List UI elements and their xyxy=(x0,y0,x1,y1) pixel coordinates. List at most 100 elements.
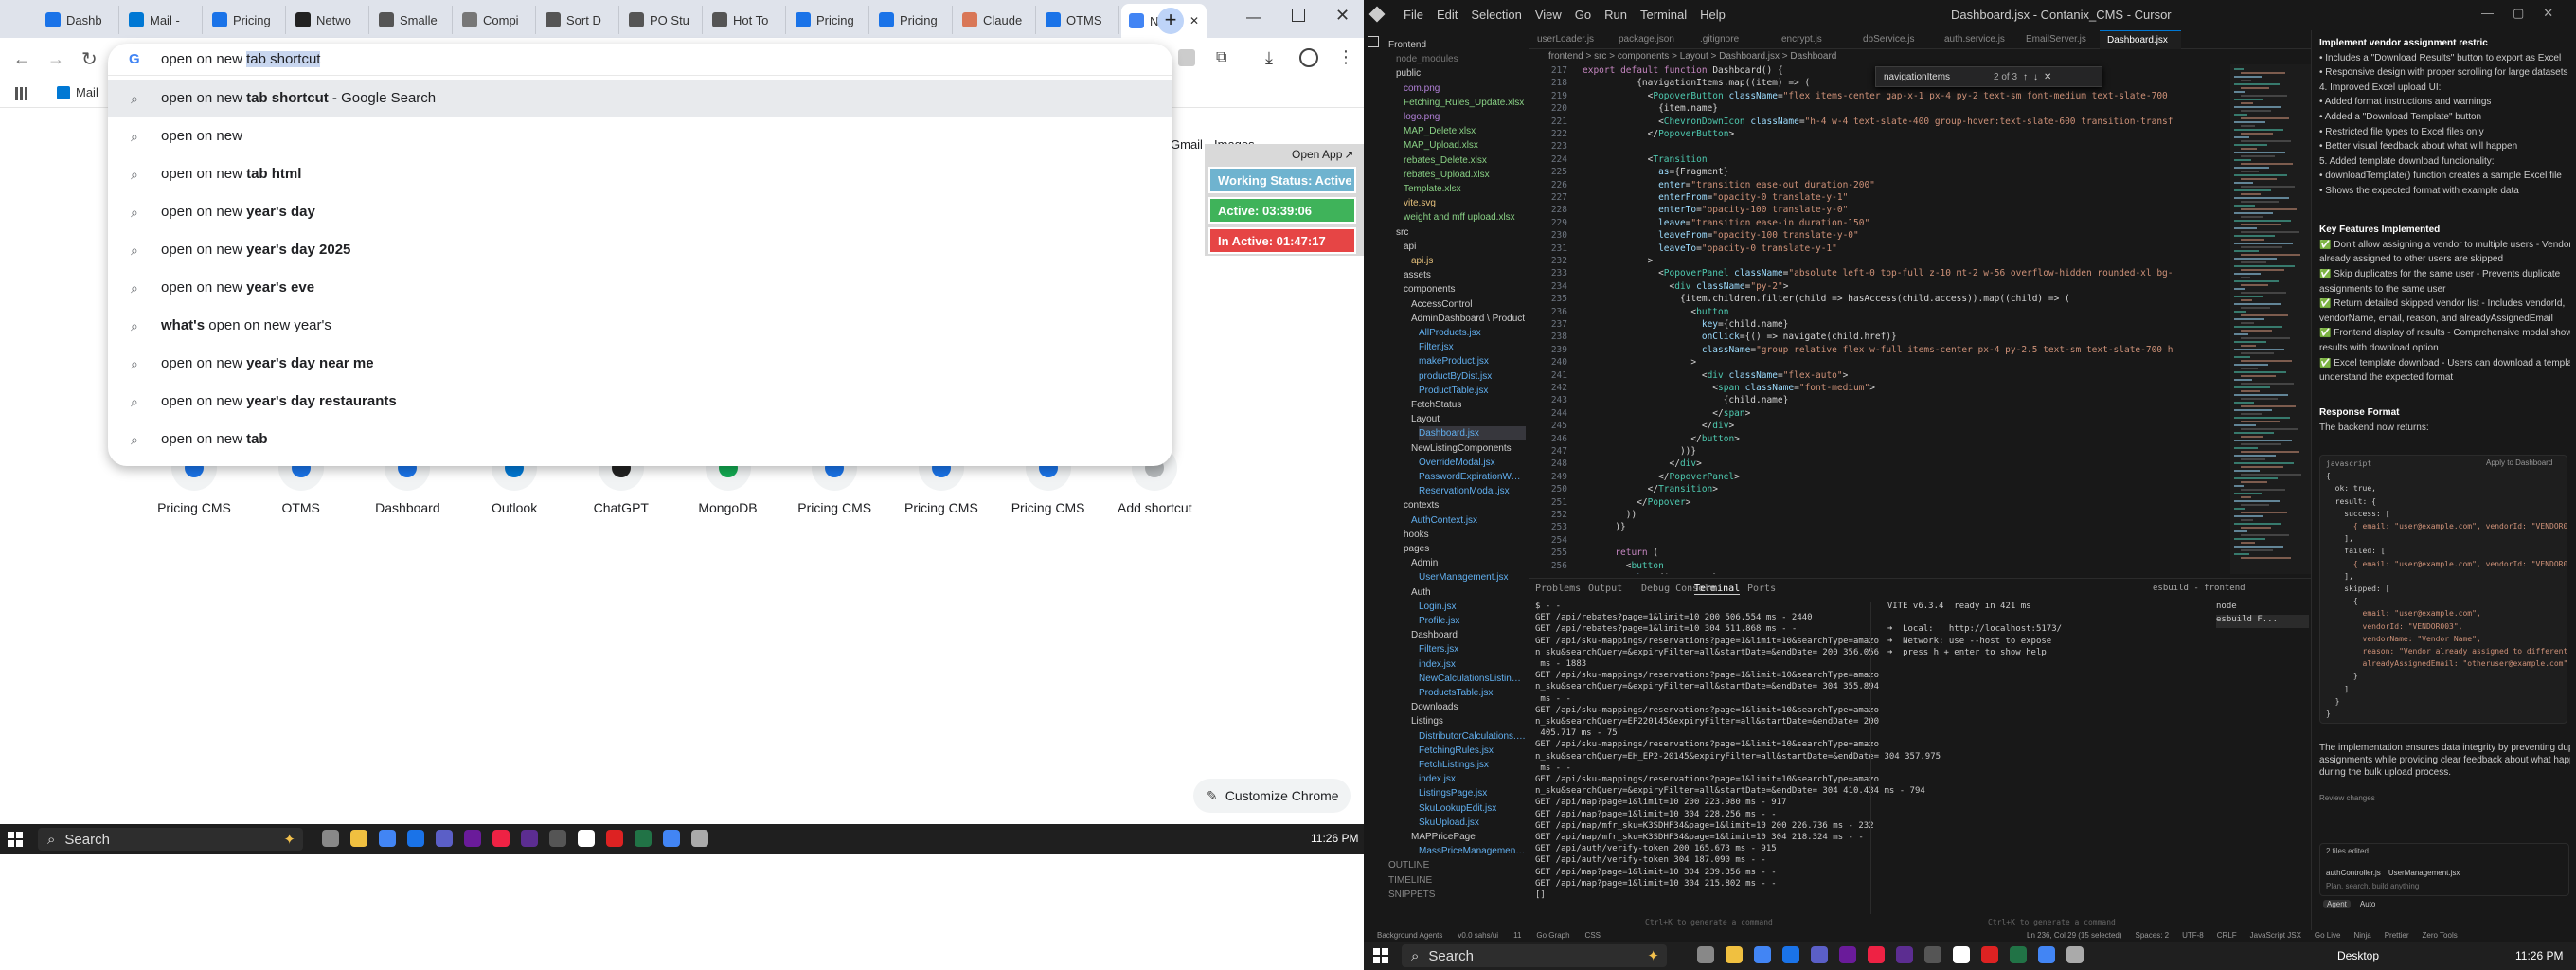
status-item[interactable]: Go Live xyxy=(2315,931,2341,940)
explorer-item[interactable]: OUTLINE xyxy=(1388,858,1526,872)
status-item[interactable]: JavaScript JSX xyxy=(2250,931,2301,940)
browser-tab[interactable]: Claude xyxy=(955,6,1036,34)
taskbar-app-icon[interactable] xyxy=(1726,946,1743,963)
close-tab-icon[interactable]: ✕ xyxy=(1190,14,1199,27)
omnibox-suggestion[interactable]: ⌕ what's open on new year's xyxy=(108,307,1172,345)
terminal-backend[interactable]: $ - - GET /api/rebates?page=1&limit=10 20… xyxy=(1530,602,1941,914)
explorer-item[interactable]: assets xyxy=(1404,268,1526,282)
editor-tab[interactable]: Dashboard.jsx xyxy=(2100,30,2181,49)
taskbar-app-icon[interactable] xyxy=(379,830,396,847)
editor-tab[interactable]: userLoader.js xyxy=(1530,30,1611,49)
terminal-instance[interactable]: esbuild F... xyxy=(2216,615,2309,628)
file-chip[interactable]: authController.js xyxy=(2326,869,2381,877)
window-controls[interactable]: —▢✕ xyxy=(2481,6,2572,21)
omnibox-suggestion[interactable]: ⌕ open on new year's eve xyxy=(108,269,1172,307)
browser-tab[interactable]: Pricing xyxy=(871,6,953,34)
explorer-item[interactable]: ProductsTable.jsx xyxy=(1419,686,1526,700)
close-window-button[interactable]: ✕ xyxy=(1335,6,1350,26)
browser-tab[interactable]: Pricing xyxy=(788,6,869,34)
explorer-item[interactable]: Login.jsx xyxy=(1419,600,1526,614)
taskbar-app-icon[interactable] xyxy=(1981,946,1998,963)
review-changes-link[interactable]: Review changes xyxy=(2319,794,2375,802)
explorer-item[interactable]: SkuLookupEdit.jsx xyxy=(1419,801,1526,816)
taskbar-app-icon[interactable] xyxy=(1953,946,1970,963)
status-item[interactable]: Ln 236, Col 29 (15 selected) xyxy=(2027,931,2122,940)
apply-to-file-button[interactable]: Apply to Dashboard xyxy=(2486,458,2552,467)
bookmark-mail[interactable]: Mail xyxy=(57,85,98,99)
explorer-item[interactable]: PasswordExpirationWarni... xyxy=(1419,470,1526,484)
omnibox-suggestion[interactable]: ⌕ open on new year's day 2025 xyxy=(108,231,1172,269)
windows-start-icon[interactable] xyxy=(1373,948,1388,963)
taskbar-app-icon[interactable] xyxy=(663,830,680,847)
taskbar-app-icon[interactable] xyxy=(2010,946,2027,963)
explorer-item[interactable]: FetchListings.jsx xyxy=(1419,758,1526,772)
explorer-item[interactable]: Filters.jsx xyxy=(1419,642,1526,656)
explorer-item[interactable]: rebates_Upload.xlsx xyxy=(1404,168,1526,182)
file-chip[interactable]: UserManagement.jsx xyxy=(2388,869,2460,877)
explorer-item[interactable]: MAPPricePage xyxy=(1411,830,1526,844)
gmail-link[interactable]: Gmail xyxy=(1171,137,1203,152)
menu-item[interactable]: Help xyxy=(1700,8,1726,22)
explorer-item[interactable]: AdminDashboard \ Product xyxy=(1411,312,1526,326)
explorer-item[interactable]: SNIPPETS xyxy=(1388,888,1526,902)
explorer-item[interactable]: rebates_Delete.xlsx xyxy=(1404,153,1526,168)
menu-item[interactable]: Terminal xyxy=(1640,8,1687,22)
menu-item[interactable]: Edit xyxy=(1437,8,1458,22)
browser-tab[interactable]: Smalle xyxy=(371,6,453,34)
browser-tab[interactable]: OTMS xyxy=(1038,6,1119,34)
taskbar-app-icon[interactable] xyxy=(1782,946,1799,963)
taskbar-app-icon[interactable] xyxy=(407,830,424,847)
explorer-item[interactable]: TIMELINE xyxy=(1388,873,1526,888)
explorer-item[interactable]: hooks xyxy=(1404,528,1526,542)
explorer-item[interactable]: ReservationModal.jsx xyxy=(1419,484,1526,498)
status-item[interactable]: CSS xyxy=(1585,931,1601,940)
omnibox-input[interactable]: G open on new tab shortcut xyxy=(108,44,1172,76)
maximize-button[interactable] xyxy=(1292,9,1305,22)
explorer-item[interactable]: Frontend xyxy=(1388,38,1526,52)
status-item[interactable]: v0.0 sahs/ui xyxy=(1458,931,1498,940)
explorer-item[interactable]: NewCalculationsListingP... xyxy=(1419,672,1526,686)
taskbar-clock[interactable]: 11:26 PM xyxy=(2515,949,2563,962)
editor-tab[interactable]: package.json xyxy=(1611,30,1692,49)
puzzle-icon[interactable]: ⧉ xyxy=(1216,49,1226,66)
explorer-item[interactable]: weight and mff upload.xlsx xyxy=(1404,210,1526,225)
taskbar-app-icon[interactable] xyxy=(549,830,566,847)
open-app-button[interactable]: Open App ↗ xyxy=(1292,148,1353,161)
download-icon[interactable]: ⤓ xyxy=(1265,48,1273,68)
reload-icon[interactable]: ↻ xyxy=(81,47,98,71)
minimap[interactable] xyxy=(2230,64,2311,574)
browser-tab[interactable]: Hot To xyxy=(705,6,786,34)
explorer-icon[interactable] xyxy=(1368,36,1379,47)
explorer-item[interactable]: components xyxy=(1404,282,1526,296)
minimize-button[interactable]: — xyxy=(1246,9,1265,28)
explorer-item[interactable]: vite.svg xyxy=(1404,196,1526,210)
explorer-item[interactable]: Dashboard xyxy=(1411,628,1526,642)
panel-tab[interactable]: Problems xyxy=(1535,584,1581,594)
explorer-item[interactable]: ProductTable.jsx xyxy=(1419,384,1526,398)
browser-tab[interactable]: Compi xyxy=(455,6,536,34)
forward-icon[interactable]: → xyxy=(47,49,64,69)
editor-tab[interactable]: .gitignore xyxy=(1692,30,1774,49)
explorer-item[interactable]: MAP_Upload.xlsx xyxy=(1404,138,1526,153)
taskbar-app-icon[interactable] xyxy=(578,830,595,847)
explorer-item[interactable]: productByDist.jsx xyxy=(1419,369,1526,384)
explorer-item[interactable]: Dashboard.jsx xyxy=(1419,426,1526,441)
taskbar-app-icon[interactable] xyxy=(350,830,367,847)
taskbar-app-icon[interactable] xyxy=(1754,946,1771,963)
editor-tab[interactable]: dbService.js xyxy=(1855,30,1937,49)
status-item[interactable]: Go Graph xyxy=(1536,931,1569,940)
explorer-item[interactable]: index.jsx xyxy=(1419,657,1526,672)
taskbar-app-icon[interactable] xyxy=(1839,946,1856,963)
new-tab-button[interactable]: + xyxy=(1157,8,1184,34)
explorer-item[interactable]: Auth xyxy=(1411,585,1526,600)
taskbar-app-icon[interactable] xyxy=(521,830,538,847)
status-item[interactable]: CRLF xyxy=(2217,931,2237,940)
omnibox-suggestion[interactable]: ⌕ open on new tab xyxy=(108,421,1172,458)
omnibox-suggestion[interactable]: ⌕ open on new tab shortcut - Google Searc… xyxy=(108,80,1172,117)
explorer-item[interactable]: NewListingComponents xyxy=(1411,441,1526,456)
apps-icon[interactable] xyxy=(15,87,28,100)
taskbar-search[interactable]: ⌕ Search ✦ xyxy=(38,828,303,851)
taskbar-app-icon[interactable] xyxy=(322,830,339,847)
explorer-item[interactable]: Filter.jsx xyxy=(1419,340,1526,354)
explorer-item[interactable]: OverrideModal.jsx xyxy=(1419,456,1526,470)
